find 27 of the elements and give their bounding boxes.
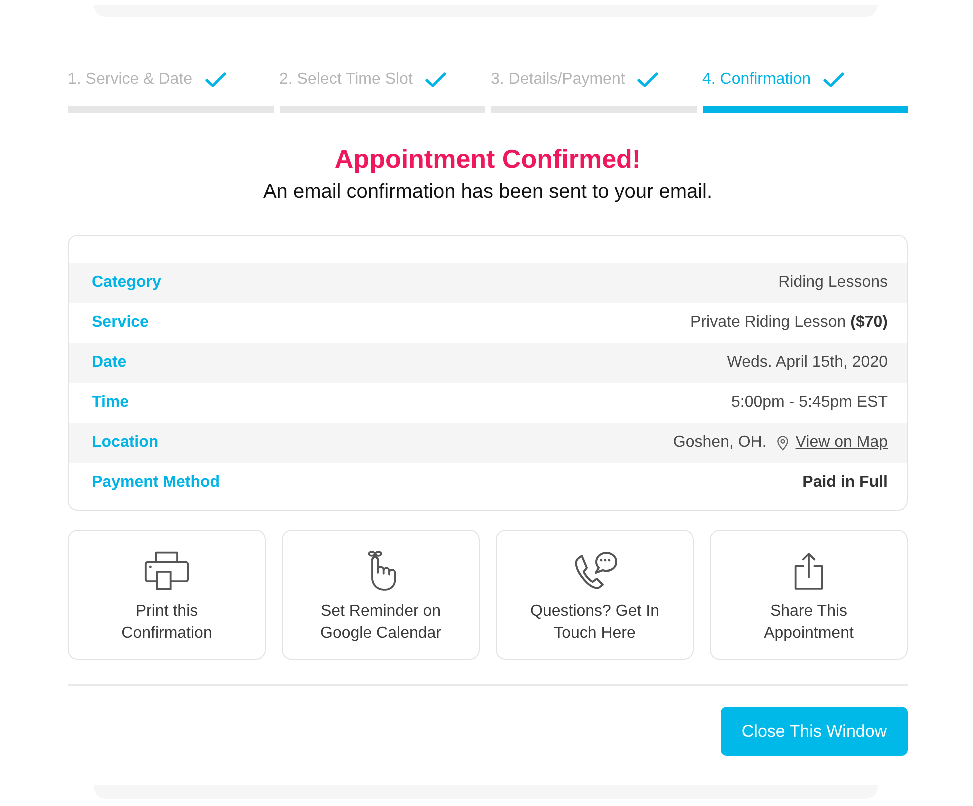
detail-label: Service xyxy=(92,313,149,333)
phone-chat-icon xyxy=(573,550,617,592)
confirmation-message: An email confirmation has been sent to your email. xyxy=(262,180,714,205)
map-pin-icon xyxy=(776,436,789,450)
detail-label: Time xyxy=(92,393,130,413)
detail-label: Category xyxy=(92,273,162,293)
step-label: 1. Service & Date xyxy=(68,70,192,90)
step-label: 2. Select Time Slot xyxy=(280,70,413,90)
step-label: 4. Confirmation xyxy=(702,70,811,90)
detail-value: Private Riding Lesson ($70) xyxy=(690,313,888,333)
confirmation-title: Appointment Confirmed! xyxy=(334,143,642,175)
reminder-button[interactable]: Set Reminder on Google Calendar xyxy=(282,530,480,660)
detail-value: 5:00pm - 5:45pm EST xyxy=(731,393,888,413)
share-icon xyxy=(793,550,825,592)
contact-button[interactable]: Questions? Get In Touch Here xyxy=(496,530,694,660)
detail-value: Riding Lessons xyxy=(778,273,888,293)
share-button[interactable]: Share This Appointment xyxy=(710,530,908,660)
view-on-map-link[interactable]: View on Map xyxy=(796,431,888,455)
detail-label: Payment Method xyxy=(92,473,220,493)
detail-label: Date xyxy=(92,353,127,373)
printer-icon xyxy=(144,550,190,592)
detail-value: Goshen, OH. xyxy=(673,433,767,453)
detail-value: Paid in Full xyxy=(802,473,888,493)
detail-value: Weds. April 15th, 2020 xyxy=(727,353,888,373)
print-button[interactable]: Print this Confirmation xyxy=(68,530,266,660)
step-label: 3. Details/Payment xyxy=(491,70,626,90)
detail-label: Location xyxy=(92,433,159,453)
